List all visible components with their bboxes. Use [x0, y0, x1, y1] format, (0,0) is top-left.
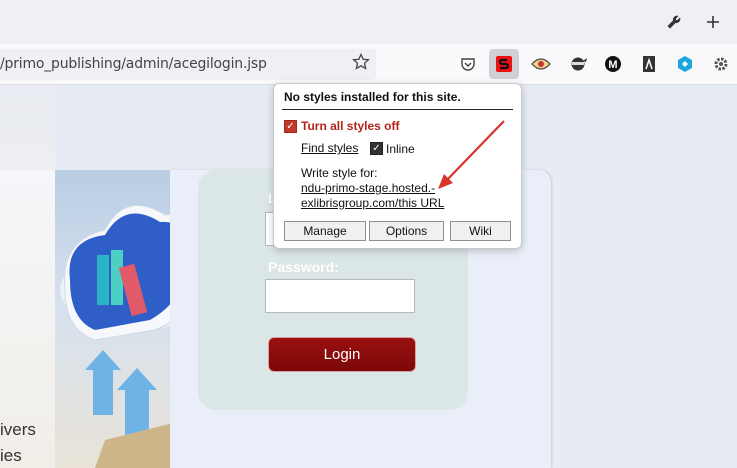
- hex-icon[interactable]: [670, 49, 700, 79]
- pocket-icon[interactable]: [453, 49, 483, 79]
- find-styles-link[interactable]: Find styles: [301, 141, 358, 155]
- wrench-icon[interactable]: [662, 10, 686, 34]
- gear-icon[interactable]: [706, 49, 736, 79]
- manage-button[interactable]: Manage: [284, 221, 366, 241]
- turn-off-checkbox[interactable]: ✓: [284, 120, 297, 133]
- inline-checkbox[interactable]: ✓: [370, 142, 383, 155]
- url-text: /primo_publishing/admin/acegilogin.jsp: [0, 56, 267, 72]
- wiki-button[interactable]: Wiki: [450, 221, 511, 241]
- write-style-label: Write style for:: [301, 166, 378, 180]
- login-button[interactable]: Login: [268, 337, 416, 372]
- red-arrow-annotation: [438, 120, 505, 189]
- book-icon[interactable]: [634, 49, 664, 79]
- turn-off-label: Turn all styles off: [301, 119, 400, 133]
- svg-text:M: M: [608, 59, 617, 71]
- popup-title: No styles installed for this site.: [284, 90, 461, 104]
- ninja-icon[interactable]: [563, 49, 593, 79]
- password-input[interactable]: [265, 279, 415, 313]
- domain-link[interactable]: ndu-primo-stage.hosted.-: [301, 181, 435, 195]
- password-label: Password:: [268, 259, 339, 275]
- tab-strip: [0, 0, 737, 44]
- left-text-panel: ivers ies: [0, 170, 55, 468]
- popup-divider: [282, 109, 513, 110]
- options-button[interactable]: Options: [369, 221, 444, 241]
- m-icon[interactable]: M: [598, 49, 628, 79]
- url-link[interactable]: exlibrisgroup.com/this URL: [301, 196, 444, 210]
- bookmark-star-icon[interactable]: [352, 52, 370, 76]
- new-tab-plus-icon[interactable]: [701, 10, 725, 34]
- inline-label: Inline: [386, 142, 415, 156]
- stylish-popup: No styles installed for this site. ✓ Tur…: [273, 83, 522, 249]
- url-bar[interactable]: /primo_publishing/admin/acegilogin.jsp: [0, 49, 376, 80]
- left-text-line: ies: [0, 446, 22, 465]
- eye-icon[interactable]: [526, 49, 556, 79]
- left-text-line: ivers: [0, 420, 36, 439]
- stylish-icon[interactable]: [489, 49, 519, 79]
